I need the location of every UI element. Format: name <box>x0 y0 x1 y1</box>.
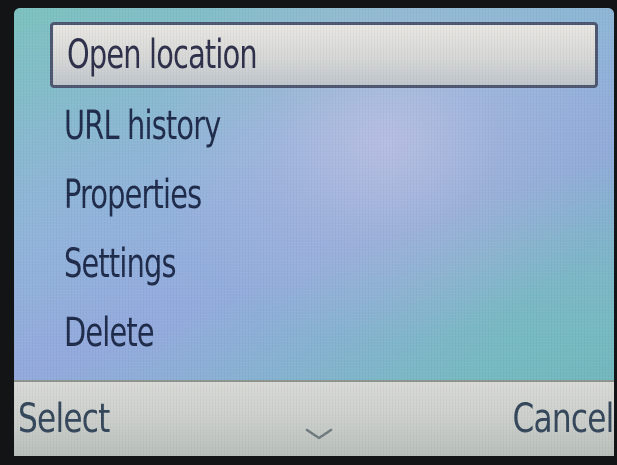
menu-item-label: Properties <box>64 171 202 218</box>
select-softkey[interactable]: Select <box>18 396 110 442</box>
phone-screen: Open location URL history Properties Set… <box>14 8 614 456</box>
menu-item-label: URL history <box>64 102 221 149</box>
cancel-softkey[interactable]: Cancel <box>513 396 614 442</box>
options-menu: Open location URL history Properties Set… <box>50 22 610 367</box>
softkey-bar: Select Cancel <box>14 380 614 456</box>
menu-item-delete[interactable]: Delete <box>50 298 610 367</box>
menu-item-open-location[interactable]: Open location <box>50 22 598 88</box>
menu-item-label: Delete <box>64 309 155 356</box>
menu-item-label: Open location <box>67 32 258 78</box>
chevron-down-icon <box>305 428 333 440</box>
menu-item-label: Settings <box>64 240 176 287</box>
menu-item-settings[interactable]: Settings <box>50 229 610 298</box>
phone-bezel: Open location URL history Properties Set… <box>0 0 617 465</box>
menu-item-url-history[interactable]: URL history <box>50 91 610 160</box>
menu-item-properties[interactable]: Properties <box>50 160 610 229</box>
